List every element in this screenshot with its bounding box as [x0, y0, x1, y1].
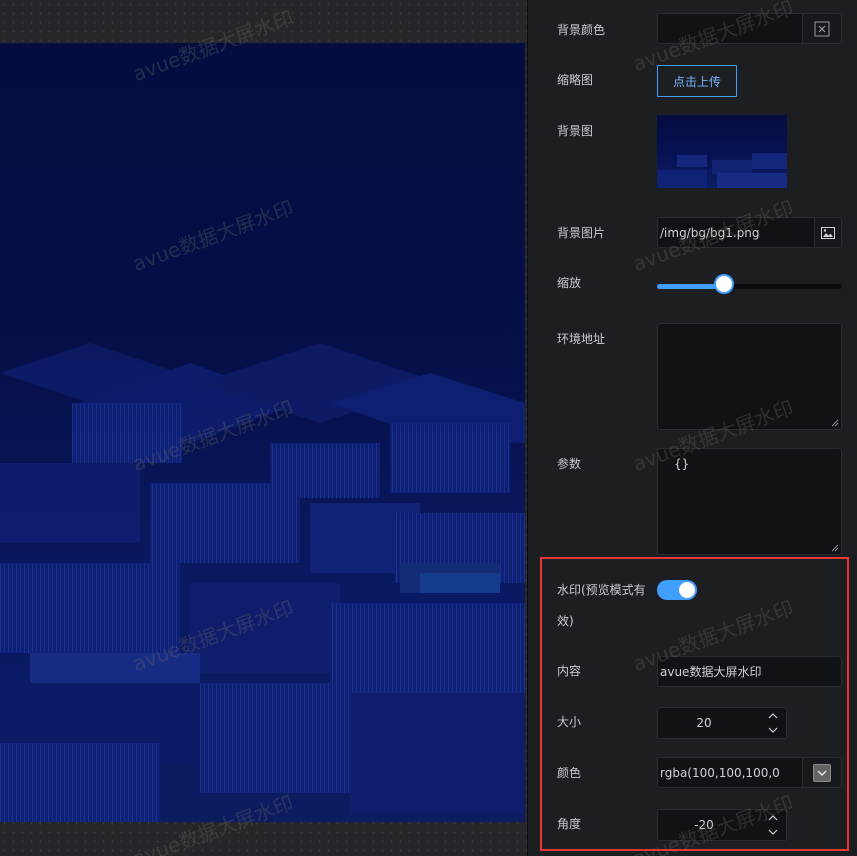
city-background-image: [0, 343, 525, 822]
increment-chevron-up-icon[interactable]: [768, 712, 778, 720]
watermark-switch[interactable]: [657, 580, 697, 600]
bg-image-thumbnail[interactable]: [657, 115, 787, 188]
wm-content-input[interactable]: avue数据大屏水印: [657, 656, 842, 687]
upload-button[interactable]: 点击上传: [657, 65, 737, 97]
params-label: 参数: [557, 457, 582, 471]
canvas-area[interactable]: avue数据大屏水印 avue数据大屏水印 avue数据大屏水印 avue数据大…: [0, 0, 527, 856]
bg-picture-path: /img/bg/bg1.png: [660, 226, 760, 240]
zoom-label: 缩放: [557, 276, 582, 290]
increment-chevron-up-icon[interactable]: [768, 814, 778, 822]
env-address-label: 环境地址: [557, 332, 606, 346]
thumbnail-label: 缩略图: [557, 73, 594, 87]
env-address-textarea[interactable]: [657, 323, 842, 430]
bg-picture-label: 背景图片: [557, 226, 606, 240]
wm-size-stepper[interactable]: 20: [657, 707, 787, 739]
bg-thumbnail-image: [657, 153, 787, 188]
wm-size-label: 大小: [557, 715, 582, 729]
wm-color-input[interactable]: rgba(100,100,100,0: [657, 757, 842, 788]
resize-grip-icon[interactable]: [831, 419, 839, 427]
decrement-chevron-down-icon[interactable]: [768, 726, 778, 734]
watermark-toggle-label-line2: 效): [557, 614, 574, 628]
bg-picture-input[interactable]: /img/bg/bg1.png: [657, 217, 842, 248]
wm-angle-label: 角度: [557, 817, 582, 831]
image-icon: [821, 226, 835, 239]
wm-color-value: rgba(100,100,100,0: [660, 766, 780, 780]
decrement-chevron-down-icon[interactable]: [768, 828, 778, 836]
settings-panel: 背景颜色 缩略图 点击上传 背景图 背景图片 /img/bg/bg1.png 缩…: [528, 0, 857, 856]
screen-stage[interactable]: [0, 43, 525, 822]
bg-image-label: 背景图: [557, 124, 594, 138]
bg-color-input[interactable]: [657, 13, 842, 44]
wm-color-label: 颜色: [557, 766, 582, 780]
close-icon: [814, 21, 830, 36]
resize-grip-icon[interactable]: [831, 544, 839, 552]
switch-knob: [679, 582, 695, 598]
zoom-slider-handle[interactable]: [713, 274, 734, 294]
params-value: {}: [674, 457, 690, 471]
bg-color-label: 背景颜色: [557, 23, 606, 37]
chevron-down-icon: [817, 770, 827, 776]
watermark-toggle-label-line1: 水印(预览模式有: [557, 583, 646, 597]
zoom-slider[interactable]: [657, 284, 842, 289]
clear-color-button[interactable]: [802, 13, 842, 44]
params-textarea[interactable]: {}: [657, 448, 842, 555]
wm-angle-stepper[interactable]: -20: [657, 809, 787, 841]
wm-angle-value: -20: [694, 818, 714, 832]
pick-image-button[interactable]: [814, 217, 842, 248]
wm-content-label: 内容: [557, 664, 582, 678]
color-swatch: [813, 764, 831, 782]
color-picker-button[interactable]: [802, 757, 842, 788]
wm-size-value: 20: [696, 716, 712, 730]
wm-content-value: avue数据大屏水印: [660, 665, 762, 679]
